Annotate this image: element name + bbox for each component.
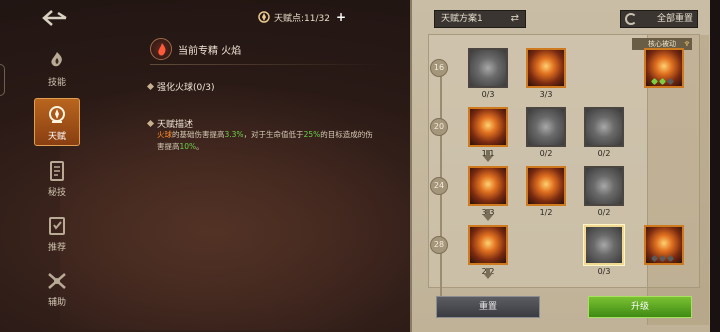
core-pips <box>650 254 675 263</box>
desc-text: 的基础伤害提高 <box>172 130 225 139</box>
bullet-icon <box>146 82 155 91</box>
talent-points-text: 天赋点:11/32 <box>274 13 330 24</box>
info-icon[interactable]: ♆ <box>684 38 690 50</box>
core-passive-node[interactable] <box>644 225 684 265</box>
desc-highlight: 火球 <box>157 130 172 139</box>
refresh-icon <box>625 13 637 25</box>
fire-specialty-icon <box>150 38 172 60</box>
prereq-arrow <box>483 268 493 279</box>
node-count: 3/3 <box>539 90 553 99</box>
nav-label: 秘技 <box>47 188 66 198</box>
talent-node[interactable]: 2/2 <box>468 225 508 276</box>
nav-tab-skill[interactable]: 技能 <box>34 50 80 100</box>
tier-level: 24 <box>430 177 448 195</box>
add-points-button[interactable]: + <box>336 10 346 24</box>
nav-tab-secret[interactable]: 秘技 <box>34 160 80 210</box>
selected-talent-node[interactable]: 0/3 <box>584 225 624 276</box>
talent-node[interactable]: 0/2 <box>526 107 566 158</box>
skill-icon <box>51 52 62 67</box>
node-count: 0/2 <box>597 208 611 217</box>
talent-node[interactable]: 1/2 <box>526 166 566 217</box>
swap-icon: ⇄ <box>510 13 519 24</box>
core-passive-label: 核心被动 <box>648 40 676 48</box>
nav-tab-assist[interactable]: 辅助 <box>34 270 80 320</box>
secret-icon <box>50 161 64 181</box>
talent-node[interactable]: 3/3 <box>526 48 566 99</box>
back-button[interactable] <box>40 8 74 32</box>
tier-level: 28 <box>430 236 448 254</box>
skill-name: 强化火球(0/3) <box>157 83 215 93</box>
talent-node[interactable]: 3/3 <box>468 166 508 217</box>
node-count: 0/2 <box>539 149 553 158</box>
desc-text: 。 <box>196 142 204 151</box>
talent-icon <box>49 106 65 123</box>
reset-all-button[interactable]: 全部重置 <box>620 10 698 28</box>
prereq-arrow <box>483 209 493 221</box>
scheme-label: 天赋方案1 <box>441 14 483 24</box>
nav-label: 推荐 <box>47 243 66 253</box>
screen-edge <box>710 0 720 332</box>
reset-button[interactable]: 重置 <box>436 296 540 318</box>
skill-name-row: 强化火球(0/3) <box>146 80 215 93</box>
recommend-icon <box>49 217 65 235</box>
back-arrow-icon <box>42 10 67 26</box>
tier-level: 20 <box>430 118 448 136</box>
scheme-selector[interactable]: 天赋方案1 ⇄ <box>434 10 526 28</box>
core-passive-node[interactable] <box>644 48 684 88</box>
tier-level: 16 <box>430 59 448 77</box>
reset-all-label: 全部重置 <box>657 14 694 24</box>
nav-label: 天赋 <box>47 132 66 142</box>
upgrade-button[interactable]: 升级 <box>588 296 692 318</box>
talent-points: 天赋点:11/32 + <box>258 10 346 24</box>
desc-value: 10% <box>179 142 197 151</box>
divider <box>150 64 385 65</box>
specialty-text: 当前专精 火焰 <box>178 45 242 57</box>
desc-value: 25% <box>303 130 321 139</box>
background-art <box>60 80 420 330</box>
node-count: 0/3 <box>481 90 495 99</box>
node-count: 0/3 <box>597 267 611 276</box>
talent-node[interactable]: 0/2 <box>584 166 624 217</box>
bullet-icon <box>146 119 155 128</box>
left-nav: 技能 天赋 秘技 推荐 辅助 <box>0 0 82 332</box>
talent-node[interactable]: 0/2 <box>584 107 624 158</box>
talent-node[interactable]: 1/1 <box>468 107 508 158</box>
nav-label: 辅助 <box>47 298 66 308</box>
talent-point-icon <box>258 11 270 23</box>
desc-value: 3.3% <box>224 130 244 139</box>
talent-node[interactable]: 0/3 <box>468 48 508 99</box>
talent-tree-panel: 天赋方案1 ⇄ 全部重置 核心被动 ♆ 16 20 24 28 0/3 3/3 … <box>410 0 710 332</box>
nav-tab-recommend[interactable]: 推荐 <box>34 215 80 265</box>
core-pips <box>650 77 675 86</box>
nav-label: 技能 <box>47 78 66 88</box>
prereq-arrow <box>483 150 493 162</box>
node-count: 0/2 <box>597 149 611 158</box>
assist-icon <box>48 273 66 289</box>
nav-tab-talent[interactable]: 天赋 <box>34 98 80 146</box>
talent-description: 火球的基础伤害提高3.3%，对于生命值低于25%的目标造成的伤害提高10%。 <box>157 129 377 153</box>
desc-text: ，对于生命值低于 <box>243 130 304 139</box>
specialty-row: 当前专精 火焰 <box>150 38 241 60</box>
node-count: 1/2 <box>539 208 553 217</box>
side-handle[interactable] <box>0 64 5 96</box>
